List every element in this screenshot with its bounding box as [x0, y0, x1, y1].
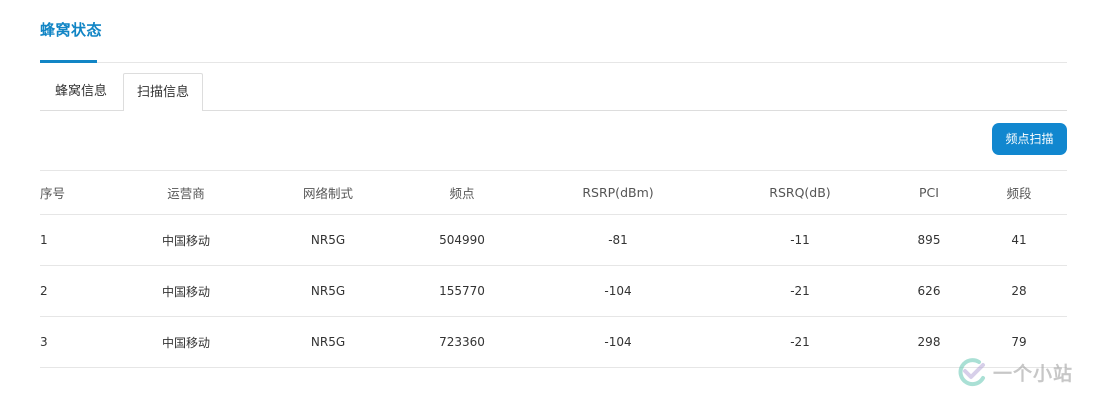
header-rsrq: RSRQ(dB): [769, 185, 831, 200]
header-index: 序号: [40, 186, 66, 201]
table-row: 2 中国移动 NR5G 155770 -104 -21 626 28: [40, 266, 1067, 317]
table-row: 1 中国移动 NR5G 504990 -81 -11 895 41: [40, 215, 1067, 266]
scan-table: 序号 运营商 网络制式 频点 RSRP(dBm) RSRQ(dB) PCI 频段…: [40, 171, 1067, 368]
header-pci: PCI: [919, 185, 939, 200]
cell-rsrp: -81: [608, 233, 628, 247]
site-logo-icon: [958, 358, 985, 387]
cell-rsrp: -104: [604, 284, 632, 298]
title-active-underline: [40, 60, 97, 63]
page: 蜂窝状态 蜂窝信息 扫描信息 频点扫描 序号 运营商 网络制式 频点 RSRP(…: [0, 0, 1120, 406]
cell-index: 1: [40, 233, 48, 247]
cell-pci: 298: [917, 335, 941, 349]
cell-rsrq: -21: [790, 335, 810, 349]
header-band: 频段: [1006, 186, 1032, 201]
header-network: 网络制式: [302, 186, 353, 201]
cell-pci: 895: [917, 233, 941, 247]
cell-operator: 中国移动: [162, 335, 211, 350]
header-operator: 运营商: [167, 186, 205, 201]
tab-scan-info[interactable]: 扫描信息: [123, 73, 203, 111]
cell-index: 2: [40, 284, 48, 298]
cell-network: NR5G: [310, 335, 346, 349]
watermark: 一个小站: [957, 355, 1073, 389]
cell-rsrp: -104: [604, 335, 632, 349]
cell-frequency: 155770: [439, 284, 485, 298]
table-row: 3 中国移动 NR5G 723360 -104 -21 298 79: [40, 317, 1067, 368]
cell-operator: 中国移动: [162, 284, 211, 299]
cell-frequency: 723360: [439, 335, 485, 349]
frequency-scan-button[interactable]: 频点扫描: [992, 123, 1067, 155]
cell-rsrq: -21: [790, 284, 810, 298]
cell-band: 41: [1011, 233, 1027, 247]
cell-index: 3: [40, 335, 48, 349]
cell-rsrq: -11: [790, 233, 810, 247]
cell-network: NR5G: [310, 233, 346, 247]
header-frequency: 频点: [449, 186, 475, 201]
watermark-text: 一个小站: [993, 362, 1074, 385]
table-header-row: 序号 运营商 网络制式 频点 RSRP(dBm) RSRQ(dB) PCI 频段: [40, 171, 1067, 215]
cell-frequency: 504990: [439, 233, 485, 247]
cell-network: NR5G: [310, 284, 346, 298]
title-divider: [40, 62, 1067, 63]
page-title: 蜂窝状态: [40, 21, 103, 39]
cell-pci: 626: [917, 284, 941, 298]
tab-bar: 蜂窝信息 扫描信息: [40, 73, 1067, 111]
cell-operator: 中国移动: [162, 233, 211, 248]
cell-band: 28: [1011, 284, 1027, 298]
tab-cellular-info[interactable]: 蜂窝信息: [40, 73, 122, 110]
header-rsrp: RSRP(dBm): [582, 185, 654, 200]
